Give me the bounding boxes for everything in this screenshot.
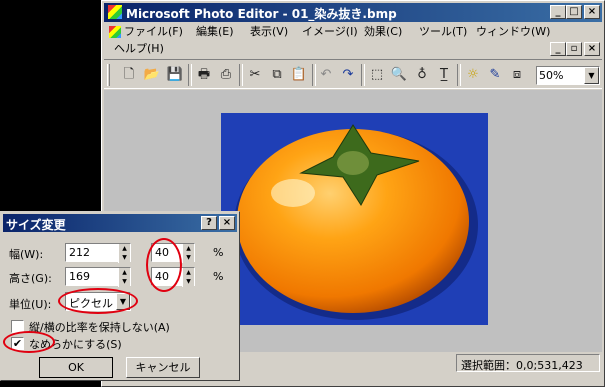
menu-edit[interactable]: 編集(E) — [196, 23, 234, 41]
annotation-ring-smooth — [3, 331, 55, 353]
menu-file[interactable]: ファイル(F) — [124, 23, 183, 41]
eyedropper-icon[interactable]: ♁ — [412, 65, 432, 85]
height-label: 高さ(G): — [9, 272, 52, 285]
menu-view[interactable]: 表示(V) — [250, 23, 288, 41]
sharpen-icon[interactable]: ☼ — [463, 65, 483, 85]
select-icon[interactable]: ⬚ — [367, 65, 387, 85]
unit-label: 単位(U): — [9, 298, 52, 311]
toolbar: 🗋 📂 💾 🖶 ⎙ ✂ ⧉ 📋 ↶ ↷ ⬚ 🔍 ♁ T̲ ☼ ✎ ⧈ 50% ▼ — [104, 59, 602, 89]
zoom-icon[interactable]: 🔍 — [389, 65, 409, 85]
app-logo-icon — [108, 5, 122, 19]
doc-restore-button[interactable]: ▫ — [566, 42, 582, 56]
height-pct-spinner[interactable]: ▲ ▼ — [182, 268, 194, 287]
copy-icon[interactable]: ⧉ — [267, 65, 287, 85]
doc-minimize-button[interactable]: _ — [550, 42, 566, 56]
toolbar-separator — [361, 64, 365, 86]
zoom-select[interactable]: 50% ▼ — [536, 66, 600, 85]
chevron-down-icon[interactable]: ▼ — [584, 67, 599, 84]
dialog-close-button[interactable]: × — [219, 216, 235, 230]
cancel-button[interactable]: キャンセル — [126, 357, 200, 378]
annotation-ring-unit — [58, 288, 138, 314]
cut-icon[interactable]: ✂ — [245, 65, 265, 85]
smudge-icon[interactable]: ✎ — [485, 65, 505, 85]
app-titlebar[interactable]: Microsoft Photo Editor - 01_染み抜き.bmp _ □… — [104, 3, 602, 22]
app-title: Microsoft Photo Editor - 01_染み抜き.bmp — [126, 7, 397, 21]
doc-close-button[interactable]: × — [584, 42, 600, 56]
width-px-value: 212 — [69, 246, 90, 259]
height-px-value: 169 — [69, 270, 90, 283]
ok-label: OK — [68, 361, 84, 374]
menu-window[interactable]: ウィンドウ(W) — [476, 23, 550, 41]
menu-effects[interactable]: 効果(C) — [364, 23, 402, 41]
height-px-spinner[interactable]: ▲ ▼ — [118, 268, 130, 287]
toolbar-grip — [107, 64, 110, 86]
new-icon[interactable]: 🗋 — [119, 65, 139, 85]
height-percent-sign: % — [213, 270, 224, 283]
status-selection-text: 選択範囲：0,0;531,423 — [461, 359, 583, 372]
keep-ratio-label[interactable]: 縦/横の比率を保持しない(A) — [29, 319, 170, 335]
doc-menu-icon[interactable] — [109, 26, 121, 38]
width-percent-sign: % — [213, 246, 224, 259]
scan-icon[interactable]: ⎙ — [216, 65, 236, 85]
width-px-input[interactable]: 212 ▲ ▼ — [65, 243, 131, 263]
menu-tools[interactable]: ツール(T) — [419, 23, 467, 41]
photo-canvas[interactable] — [221, 113, 488, 325]
height-px-input[interactable]: 169 ▲ ▼ — [65, 267, 131, 287]
cancel-label: キャンセル — [135, 361, 191, 374]
width-label: 幅(W): — [9, 248, 44, 261]
width-pct-spinner[interactable]: ▲ ▼ — [182, 244, 194, 263]
save-icon[interactable]: 💾 — [165, 65, 185, 85]
toolbar-separator — [239, 64, 243, 86]
status-selection: 選択範囲：0,0;531,423 — [456, 354, 600, 372]
toolbar-separator — [457, 64, 461, 86]
toolbar-separator — [188, 64, 192, 86]
ok-button[interactable]: OK — [39, 357, 113, 378]
maximize-button[interactable]: □ — [566, 5, 582, 19]
paste-icon[interactable]: 📋 — [289, 65, 309, 85]
zoom-value: 50% — [539, 69, 564, 82]
text-icon[interactable]: T̲ — [434, 65, 454, 85]
redo-icon[interactable]: ↷ — [338, 65, 358, 85]
annotation-ring-percent — [146, 238, 182, 292]
width-px-spinner[interactable]: ▲ ▼ — [118, 244, 130, 263]
minimize-button[interactable]: _ — [550, 5, 566, 19]
dialog-title: サイズ変更 — [6, 218, 66, 232]
close-button[interactable]: × — [584, 5, 600, 19]
print-icon[interactable]: 🖶 — [194, 65, 214, 85]
dialog-titlebar[interactable]: サイズ変更 ? × — [3, 214, 237, 232]
persimmon-image — [234, 124, 478, 320]
menu-image[interactable]: イメージ(I) — [302, 23, 358, 41]
undo-icon[interactable]: ↶ — [316, 65, 336, 85]
dialog-help-button[interactable]: ? — [201, 216, 217, 230]
menu-help[interactable]: ヘルプ(H) — [114, 40, 164, 58]
open-icon[interactable]: 📂 — [142, 65, 162, 85]
crop-icon[interactable]: ⧈ — [507, 65, 527, 85]
menu-bar: ファイル(F) 編集(E) 表示(V) イメージ(I) 効果(C) ツール(T)… — [104, 23, 602, 59]
